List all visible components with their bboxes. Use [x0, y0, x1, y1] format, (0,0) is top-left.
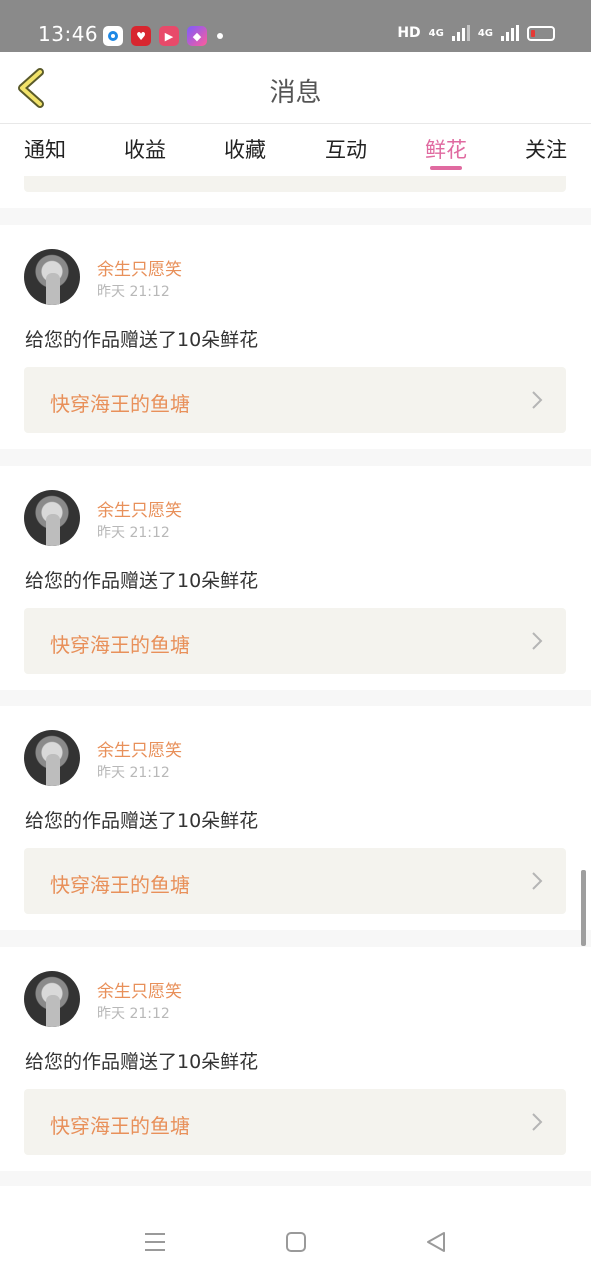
tab-earnings[interactable]: 收益 — [124, 134, 166, 164]
system-nav-bar — [0, 1186, 591, 1280]
username[interactable]: 余生只愿笑 — [97, 736, 182, 761]
header: 消息 — [0, 52, 591, 124]
app-notification-icon: ◆ — [187, 26, 207, 46]
timestamp: 昨天 21:12 — [97, 525, 170, 541]
work-link[interactable]: 快穿海王的鱼塘 — [24, 1089, 566, 1155]
username[interactable]: 余生只愿笑 — [97, 977, 182, 1002]
page-title: 消息 — [269, 78, 322, 108]
tab-favorites[interactable]: 收藏 — [224, 134, 266, 164]
status-time: 13:46 — [38, 22, 99, 46]
list-item: 余生只愿笑 昨天 21:12 给您的作品赠送了10朵鲜花 快穿海王的鱼塘 — [0, 466, 591, 690]
more-notifications-dot — [217, 33, 223, 39]
tab-interactions[interactable]: 互动 — [325, 134, 367, 164]
menu-icon[interactable] — [143, 1230, 167, 1254]
list-item: 余生只愿笑 昨天 21:12 给您的作品赠送了10朵鲜花 快穿海王的鱼塘 — [0, 706, 591, 930]
timestamp: 昨天 21:12 — [97, 765, 170, 781]
tab-notifications[interactable]: 通知 — [24, 134, 66, 164]
message-text: 给您的作品赠送了10朵鲜花 — [25, 810, 259, 832]
list-item: 余生只愿笑 昨天 21:12 给您的作品赠送了10朵鲜花 快穿海王的鱼塘 — [0, 225, 591, 449]
previous-work-box[interactable] — [24, 176, 566, 192]
work-title: 快穿海王的鱼塘 — [50, 633, 190, 657]
work-title: 快穿海王的鱼塘 — [50, 873, 190, 897]
tab-bar: 通知 收益 收藏 互动 鲜花 关注 — [0, 124, 591, 176]
avatar[interactable] — [24, 249, 80, 305]
chevron-right-icon — [532, 391, 543, 409]
list-item: 余生只愿笑 昨天 21:12 给您的作品赠送了10朵鲜花 快穿海王的鱼塘 — [0, 947, 591, 1171]
signal-icon — [501, 25, 519, 41]
message-list[interactable]: 余生只愿笑 昨天 21:12 给您的作品赠送了10朵鲜花 快穿海王的鱼塘 余生只… — [0, 176, 591, 1186]
active-tab-indicator — [430, 166, 462, 170]
timestamp: 昨天 21:12 — [97, 284, 170, 300]
home-square-icon[interactable] — [284, 1230, 308, 1254]
avatar[interactable] — [24, 730, 80, 786]
back-triangle-icon[interactable] — [424, 1230, 448, 1254]
signal-icon — [451, 25, 470, 41]
chevron-right-icon — [532, 1113, 543, 1131]
avatar[interactable] — [24, 490, 80, 546]
message-text: 给您的作品赠送了10朵鲜花 — [25, 570, 259, 592]
chevron-right-icon — [532, 872, 543, 890]
app-notification-icon: ♥ — [131, 26, 151, 46]
chevron-right-icon — [532, 632, 543, 650]
app-notification-icon: ▶ — [159, 26, 179, 46]
message-text: 给您的作品赠送了10朵鲜花 — [25, 1051, 259, 1073]
battery-icon — [527, 25, 555, 41]
signal-label-1: 4G — [428, 27, 444, 39]
hd-label: HD — [397, 25, 421, 41]
scrollbar[interactable] — [581, 870, 586, 946]
work-title: 快穿海王的鱼塘 — [50, 1114, 190, 1138]
avatar[interactable] — [24, 971, 80, 1027]
status-bar: 13:46 ♥ ▶ ◆ HD 4G 4G — [0, 0, 591, 52]
signal-label-2: 4G — [477, 27, 493, 39]
tab-flowers[interactable]: 鲜花 — [425, 134, 467, 164]
tab-following[interactable]: 关注 — [525, 134, 567, 164]
previous-card-remnant — [0, 176, 591, 208]
username[interactable]: 余生只愿笑 — [97, 255, 182, 280]
timestamp: 昨天 21:12 — [97, 1006, 170, 1022]
work-link[interactable]: 快穿海王的鱼塘 — [24, 367, 566, 433]
message-text: 给您的作品赠送了10朵鲜花 — [25, 329, 259, 351]
work-title: 快穿海王的鱼塘 — [50, 392, 190, 416]
work-link[interactable]: 快穿海王的鱼塘 — [24, 848, 566, 914]
notification-icons: ♥ ▶ ◆ — [103, 26, 223, 46]
status-indicators: HD 4G 4G — [397, 25, 555, 41]
work-link[interactable]: 快穿海王的鱼塘 — [24, 608, 566, 674]
username[interactable]: 余生只愿笑 — [97, 496, 182, 521]
app-notification-icon — [103, 26, 123, 46]
